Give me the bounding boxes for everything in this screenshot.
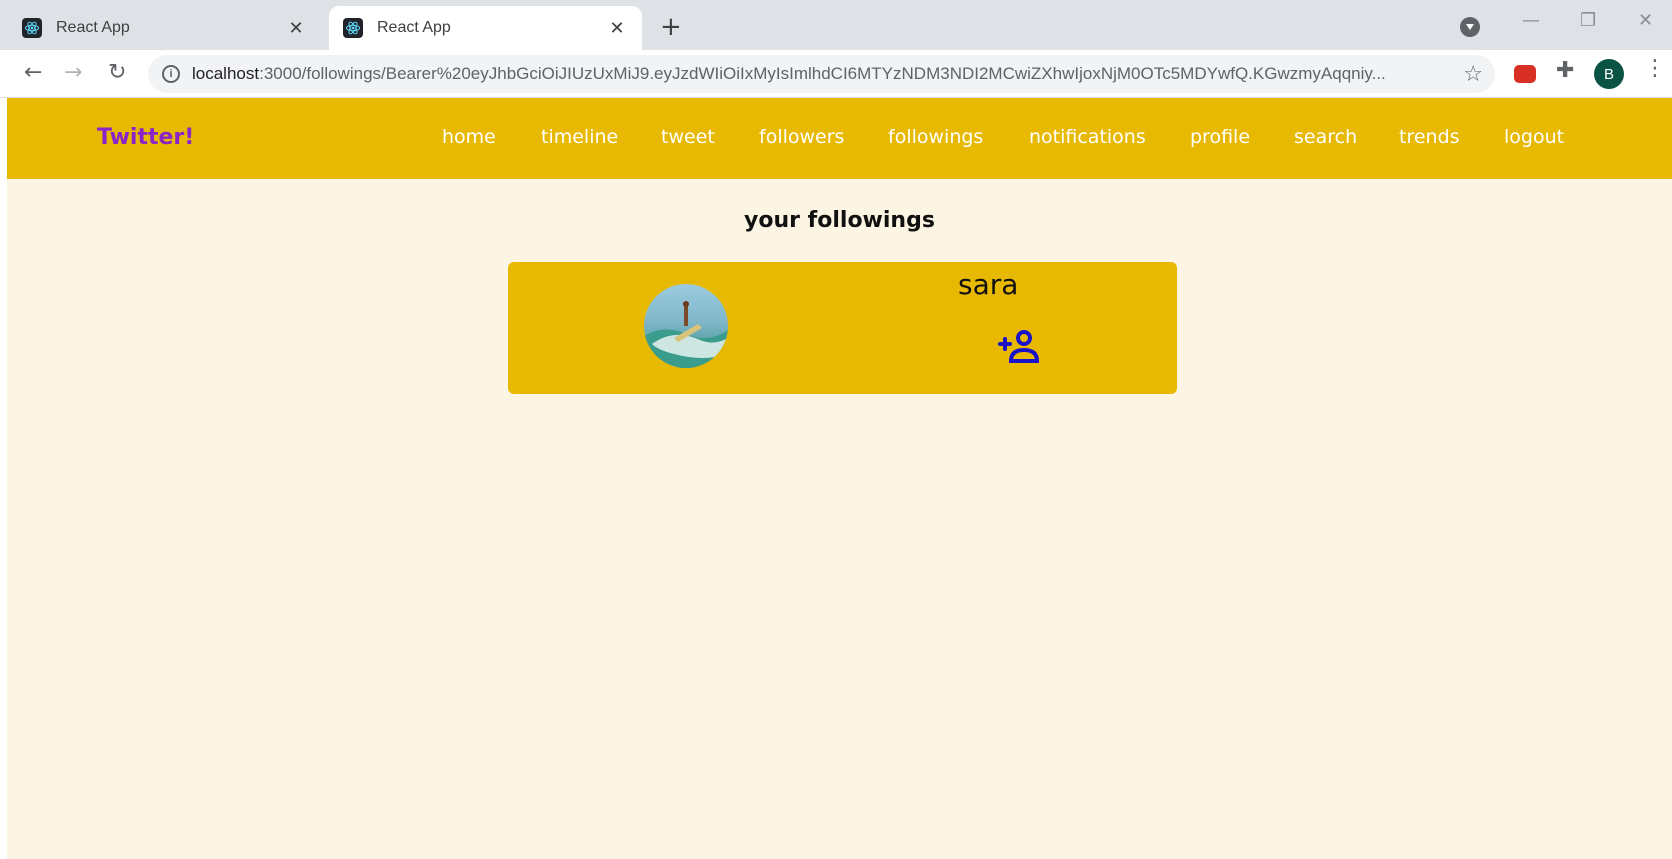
nav-logout[interactable]: logout [1504,126,1564,148]
nav-notifications[interactable]: notifications [1029,126,1146,148]
minimize-icon[interactable]: — [1522,10,1540,31]
menu-kebab-icon[interactable]: ⋮ [1644,56,1666,81]
reload-icon[interactable]: ↻ [108,60,126,86]
brand-logo[interactable]: Twitter! [97,125,194,150]
forward-icon[interactable]: → [64,60,82,86]
nav-trends[interactable]: trends [1399,126,1460,148]
tab-title: React App [377,19,451,36]
page-title: your followings [744,208,935,233]
tab-title: React App [56,19,130,36]
extensions-puzzle-icon[interactable]: ✚ [1556,58,1574,83]
back-icon[interactable]: ← [24,60,42,86]
nav-tweet[interactable]: tweet [661,126,715,148]
react-favicon-icon [22,18,42,38]
user-avatar[interactable] [644,284,728,368]
nav-search[interactable]: search [1294,126,1357,148]
restore-icon[interactable]: ❐ [1580,10,1596,31]
close-tab-icon[interactable]: ✕ [285,18,307,39]
nav-timeline[interactable]: timeline [541,126,618,148]
nav-profile[interactable]: profile [1190,126,1250,148]
nav-home[interactable]: home [442,126,496,148]
add-user-icon[interactable] [997,328,1043,364]
nav-followers[interactable]: followers [759,126,844,148]
url-text[interactable]: localhost:3000/followings/Bearer%20eyJhb… [192,64,1432,84]
youtube-extension-icon[interactable] [1514,65,1536,83]
browser-tab-active[interactable]: React App ✕ [329,6,642,50]
browser-tab[interactable]: React App ✕ [8,6,321,50]
bookmark-star-icon[interactable]: ☆ [1463,62,1483,87]
following-username: sara [958,268,1019,301]
close-tab-icon[interactable]: ✕ [606,18,628,39]
browser-tab-bar: React App ✕ React App ✕ + — ❐ ✕ [0,0,1672,50]
page-viewport: Twitter! home timeline tweet followers f… [7,98,1672,859]
window-close-icon[interactable]: ✕ [1638,10,1653,31]
following-card: sara [508,262,1177,394]
nav-followings[interactable]: followings [888,126,983,148]
site-info-icon[interactable]: i [162,65,180,83]
react-favicon-icon [343,18,363,38]
new-tab-icon[interactable]: + [660,12,682,42]
tab-search-icon[interactable] [1460,17,1480,37]
browser-toolbar: ← → ↻ i localhost:3000/followings/Bearer… [0,50,1672,98]
app-navbar: Twitter! home timeline tweet followers f… [7,98,1672,179]
profile-avatar[interactable]: B [1594,59,1624,89]
address-bar[interactable]: i localhost:3000/followings/Bearer%20eyJ… [148,55,1495,93]
